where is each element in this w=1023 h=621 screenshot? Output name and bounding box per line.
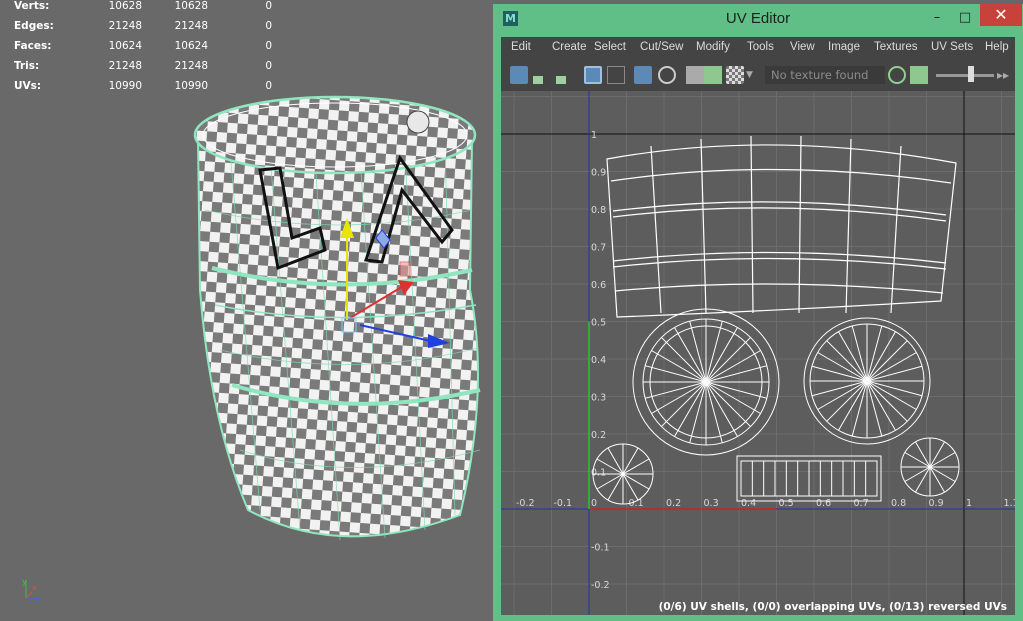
v-tick-label: 0.6	[591, 280, 606, 291]
menu-image[interactable]: Image	[828, 41, 860, 53]
uv-unfold-icon[interactable]	[556, 66, 566, 84]
u-tick-label: 0.2	[666, 498, 681, 509]
3d-viewport[interactable]: Verts: 10628 10628 0 Edges: 21248 21248 0 Faces:…	[0, 0, 493, 621]
hud-row: Tris: 21248 21248 0	[14, 60, 274, 74]
alpha-channel-icon[interactable]	[910, 66, 928, 84]
hud-value: 0	[265, 60, 272, 72]
grid-icon[interactable]	[607, 66, 625, 84]
u-tick-label: 0.4	[741, 498, 756, 509]
uv-shell-body[interactable]	[606, 135, 957, 318]
v-tick-label: -0.1	[591, 543, 610, 554]
snapshot-icon[interactable]	[686, 66, 704, 84]
uv-editor-window[interactable]: M UV Editor – □ ✕ Edit Create Select Cut/Se…	[493, 4, 1023, 621]
v-tick-label: 0.4	[591, 355, 606, 366]
hud-value: 0	[265, 0, 272, 12]
uv-toolbar: ▼ No texture found ▸▸	[501, 59, 1015, 91]
uv-layout-icon[interactable]	[533, 66, 543, 84]
uv-shell-icon[interactable]	[510, 66, 528, 84]
menu-help[interactable]: Help	[985, 41, 1009, 53]
uv-grid-icon[interactable]	[634, 66, 652, 84]
hud-label: Faces:	[14, 40, 52, 52]
hud-value: 10624	[174, 40, 208, 52]
uv-shell-top-cap[interactable]	[632, 308, 780, 456]
axis-orientation-icon: y x z	[22, 577, 40, 606]
v-tick-label: 0.8	[591, 205, 606, 216]
barrel-mesh[interactable]	[190, 90, 490, 560]
hud-value: 0	[265, 20, 272, 32]
hud-value: 0	[265, 40, 272, 52]
v-tick-label: 0.9	[591, 168, 606, 179]
checker-icon[interactable]	[726, 66, 744, 84]
menu-select[interactable]: Select	[594, 41, 626, 53]
v-tick-label: 0.2	[591, 430, 606, 441]
u-tick-label: 0.7	[854, 498, 869, 509]
hud-value: 10624	[108, 40, 142, 52]
hud-value: 10990	[108, 80, 142, 92]
menu-tools[interactable]: Tools	[747, 41, 774, 53]
hud-row: Faces: 10624 10624 0	[14, 40, 274, 54]
close-button[interactable]: ✕	[980, 4, 1022, 26]
toggle-icon[interactable]: ▸▸	[997, 66, 1015, 84]
uv-canvas[interactable]: -0.2 -0.1 0 0.1 0.2 0.3 0.4 0.5 0.6 0.7 0.8 0.9 1 1. 1…	[501, 91, 1015, 615]
texture-select-field[interactable]: No texture found	[765, 66, 885, 84]
uv-status-text: (0/6) UV shells, (0/0) overlapping UVs, …	[658, 601, 1007, 613]
hud-value: 21248	[174, 20, 208, 32]
menu-edit[interactable]: Edit	[511, 41, 531, 53]
axis-y-label: y	[22, 577, 27, 586]
menu-view[interactable]: View	[790, 41, 815, 53]
hud-value: 10628	[108, 0, 142, 12]
image-icon[interactable]	[704, 66, 722, 84]
uv-shell-small-cap-right[interactable]	[900, 437, 960, 497]
u-tick-label: 0.9	[929, 498, 944, 509]
menu-create[interactable]: Create	[552, 41, 587, 53]
hud-label: Tris:	[14, 60, 40, 72]
dropdown-arrow-icon[interactable]: ▼	[746, 66, 754, 84]
u-tick-label: -0.1	[554, 498, 573, 509]
v-tick-label: 1	[591, 130, 597, 141]
uv-shell-strip[interactable]	[736, 455, 882, 502]
u-tick-label: 0.8	[891, 498, 906, 509]
v-tick-label: 0.3	[591, 393, 606, 404]
axis-z-label: z	[36, 597, 40, 606]
title-bar[interactable]: M UV Editor – □ ✕	[493, 4, 1023, 34]
v-tick-label: 0.7	[591, 243, 606, 254]
shading-icon[interactable]	[658, 66, 676, 84]
menu-cut-sew[interactable]: Cut/Sew	[640, 41, 683, 53]
axis-x-label: x	[32, 583, 37, 592]
hud-row: Edges: 21248 21248 0	[14, 20, 274, 34]
hud-row: Verts: 10628 10628 0	[14, 0, 274, 14]
u-tick-label: 0.5	[779, 498, 794, 509]
rgb-channel-icon[interactable]	[888, 66, 906, 84]
u-tick-label: 0	[591, 498, 597, 509]
hud-label: Edges:	[14, 20, 54, 32]
v-tick-label: -0.2	[591, 580, 610, 591]
uv-tick-labels: -0.2 -0.1 0 0.1 0.2 0.3 0.4 0.5 0.6 0.7 0.8 0.9 1 1. 1…	[516, 130, 1016, 591]
u-tick-label: -0.2	[516, 498, 535, 509]
hud-value: 10628	[174, 0, 208, 12]
u-tick-label: 1.1	[1004, 498, 1016, 509]
u-tick-label: 0.6	[816, 498, 831, 509]
maximize-button[interactable]: □	[955, 7, 975, 29]
u-tick-label: 0.1	[629, 498, 644, 509]
hud-label: UVs:	[14, 80, 42, 92]
u-tick-label: 0.3	[704, 498, 719, 509]
exposure-slider-handle[interactable]	[968, 66, 974, 82]
hud-value: 21248	[108, 60, 142, 72]
v-tick-label: 0.5	[591, 318, 606, 329]
menu-textures[interactable]: Textures	[874, 41, 917, 53]
uv-shell-small-cap-left[interactable]	[592, 443, 654, 505]
u-tick-label: 1	[966, 498, 972, 509]
minimize-button[interactable]: –	[927, 7, 947, 29]
uv-shell-bottom-cap[interactable]	[803, 317, 931, 445]
menu-bar: Edit Create Select Cut/Sew Modify Tools View Im…	[501, 37, 1015, 59]
hud-value: 21248	[174, 60, 208, 72]
hud-value: 21248	[108, 20, 142, 32]
hud-label: Verts:	[14, 0, 50, 12]
frame-icon[interactable]	[584, 66, 602, 84]
menu-uv-sets[interactable]: UV Sets	[931, 41, 973, 53]
menu-modify[interactable]: Modify	[696, 41, 730, 53]
exposure-slider[interactable]	[936, 74, 994, 77]
